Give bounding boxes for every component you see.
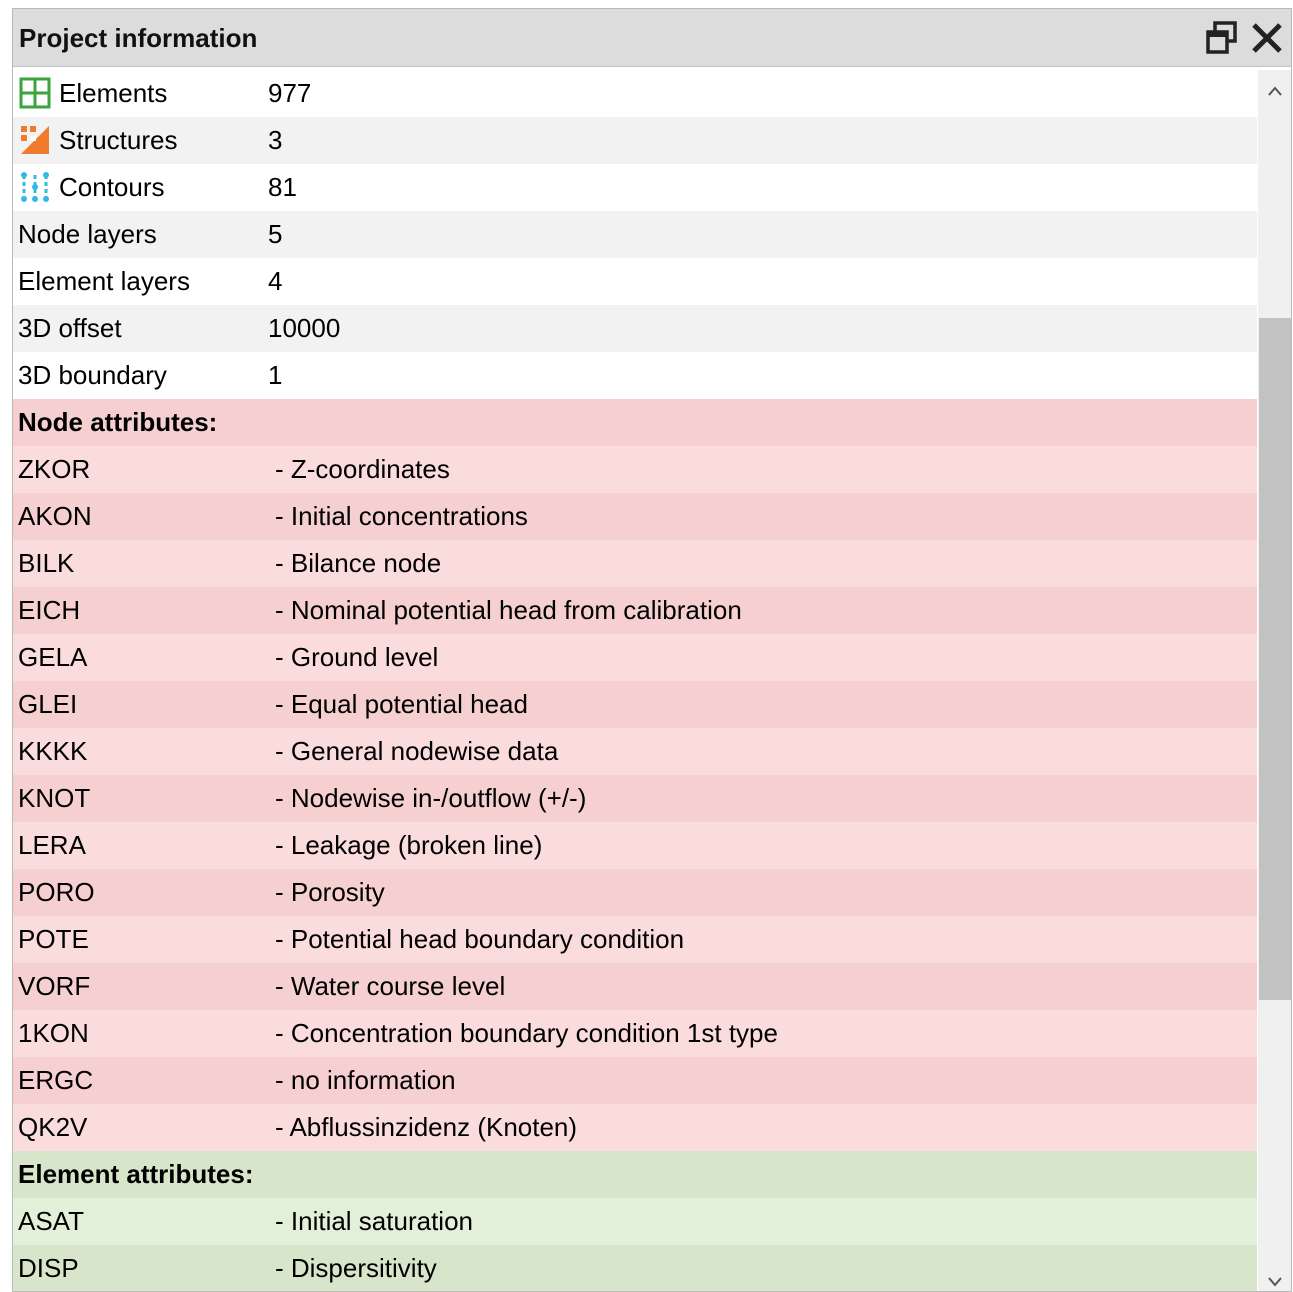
summary-row-element-layers[interactable]: Element layers 4	[13, 258, 1257, 305]
attribute-description: - Z-coordinates	[275, 454, 450, 484]
summary-label: 3D boundary	[18, 360, 167, 390]
restore-window-button[interactable]	[1203, 18, 1243, 58]
attribute-description: - Nodewise in-/outflow (+/-)	[275, 783, 587, 813]
attribute-description: - Leakage (broken line)	[275, 830, 543, 860]
summary-label: Contours	[59, 172, 165, 202]
attribute-code: AKON	[18, 501, 92, 531]
node-attribute-row[interactable]: KKKK - General nodewise data	[13, 728, 1257, 775]
attribute-code: DISP	[18, 1253, 79, 1283]
contours-icon	[21, 172, 49, 202]
node-attribute-row[interactable]: VORF - Water course level	[13, 963, 1257, 1010]
element-attributes-heading: Element attributes:	[13, 1151, 1257, 1198]
close-panel-button[interactable]	[1247, 18, 1287, 58]
scroll-up-arrow-icon[interactable]	[1267, 84, 1283, 98]
scrollbar-thumb[interactable]	[1259, 318, 1291, 1000]
attribute-description: - no information	[275, 1065, 456, 1095]
close-icon	[1252, 23, 1282, 53]
attribute-description: - Initial concentrations	[275, 501, 528, 531]
attribute-description: - Ground level	[275, 642, 439, 672]
panel-title: Project information	[19, 23, 258, 53]
summary-label: Elements	[59, 78, 168, 108]
elements-grid-icon	[19, 77, 51, 109]
attribute-code: KKKK	[18, 736, 88, 766]
summary-row-contours[interactable]: Contours 81	[13, 164, 1257, 211]
attribute-code: QK2V	[18, 1112, 88, 1142]
node-attribute-row[interactable]: BILK - Bilance node	[13, 540, 1257, 587]
attribute-code: GLEI	[18, 689, 78, 719]
attribute-code: ERGC	[18, 1065, 94, 1095]
element-attribute-row[interactable]: ASAT - Initial saturation	[13, 1198, 1257, 1245]
summary-value: 4	[268, 266, 283, 296]
summary-row-3d-offset[interactable]: 3D offset 10000	[13, 305, 1257, 352]
node-attribute-row[interactable]: PORO - Porosity	[13, 869, 1257, 916]
panel-titlebar: Project information	[13, 9, 1291, 67]
scroll-down-arrow-icon[interactable]	[1267, 1275, 1283, 1289]
element-attribute-row[interactable]: DISP - Dispersitivity	[13, 1245, 1257, 1291]
summary-row-node-layers[interactable]: Node layers 5	[13, 211, 1257, 258]
summary-value: 1	[268, 360, 283, 390]
node-attribute-row[interactable]: LERA - Leakage (broken line)	[13, 822, 1257, 869]
attribute-description: - Potential head boundary condition	[275, 924, 685, 954]
node-attribute-row[interactable]: QK2V - Abflussinzidenz (Knoten)	[13, 1104, 1257, 1151]
info-list: Elements 977 Structures 3 Contours 81 No…	[13, 70, 1257, 1291]
node-attribute-row[interactable]: KNOT - Nodewise in-/outflow (+/-)	[13, 775, 1257, 822]
attribute-description: - Water course level	[275, 971, 506, 1001]
attribute-code: POTE	[18, 924, 89, 954]
attribute-code: ZKOR	[18, 454, 91, 484]
node-attribute-row[interactable]: GELA - Ground level	[13, 634, 1257, 681]
attribute-code: BILK	[18, 548, 75, 578]
summary-value: 81	[268, 172, 297, 202]
summary-value: 977	[268, 78, 312, 108]
summary-row-3d-boundary[interactable]: 3D boundary 1	[13, 352, 1257, 399]
attribute-code: 1KON	[18, 1018, 89, 1048]
attribute-description: - Nominal potential head from calibratio…	[275, 595, 742, 625]
summary-value: 10000	[268, 313, 341, 343]
summary-label: Structures	[59, 125, 178, 155]
attribute-description: - Dispersitivity	[275, 1253, 437, 1283]
attribute-code: GELA	[18, 642, 88, 672]
summary-value: 3	[268, 125, 283, 155]
node-attribute-row[interactable]: GLEI - Equal potential head	[13, 681, 1257, 728]
restore-icon	[1206, 21, 1237, 54]
section-heading: Node attributes:	[18, 407, 218, 437]
structures-icon	[21, 126, 49, 154]
summary-label: 3D offset	[18, 313, 122, 343]
node-attribute-row[interactable]: ZKOR - Z-coordinates	[13, 446, 1257, 493]
attribute-description: - Abflussinzidenz (Knoten)	[275, 1112, 578, 1142]
node-attribute-row[interactable]: 1KON - Concentration boundary condition …	[13, 1010, 1257, 1057]
attribute-description: - Initial saturation	[275, 1206, 473, 1236]
vertical-scrollbar[interactable]	[1258, 70, 1291, 1291]
attribute-description: - General nodewise data	[275, 736, 559, 766]
project-information-panel: Project information Elements 977 Structu…	[12, 8, 1292, 1292]
attribute-description: - Bilance node	[275, 548, 442, 578]
attribute-code: EICH	[18, 595, 81, 625]
summary-label: Element layers	[18, 266, 190, 296]
attribute-code: VORF	[18, 971, 91, 1001]
attribute-code: LERA	[18, 830, 86, 860]
summary-row-elements[interactable]: Elements 977	[13, 70, 1257, 117]
node-attribute-row[interactable]: AKON - Initial concentrations	[13, 493, 1257, 540]
attribute-description: - Porosity	[275, 877, 385, 907]
node-attributes-heading: Node attributes:	[13, 399, 1257, 446]
node-attribute-row[interactable]: POTE - Potential head boundary condition	[13, 916, 1257, 963]
summary-label: Node layers	[18, 219, 157, 249]
attribute-code: KNOT	[18, 783, 91, 813]
node-attribute-row[interactable]: EICH - Nominal potential head from calib…	[13, 587, 1257, 634]
attribute-code: PORO	[18, 877, 95, 907]
summary-row-structures[interactable]: Structures 3	[13, 117, 1257, 164]
attribute-description: - Concentration boundary condition 1st t…	[275, 1018, 778, 1048]
node-attribute-row[interactable]: ERGC - no information	[13, 1057, 1257, 1104]
section-heading: Element attributes:	[18, 1159, 254, 1189]
attribute-description: - Equal potential head	[275, 689, 528, 719]
attribute-code: ASAT	[18, 1206, 84, 1236]
summary-value: 5	[268, 219, 283, 249]
